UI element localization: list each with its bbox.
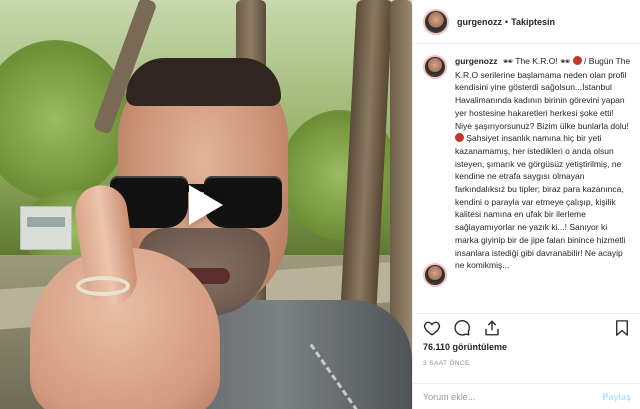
play-icon — [189, 185, 223, 225]
caption-part: Şahsiyet insanlık namına hiç bir yeti ka… — [455, 133, 626, 271]
header-separator: • — [505, 16, 509, 27]
bookmark-icon — [616, 320, 628, 336]
comments-section[interactable]: gurgenozz 🕶 The K.R.O! 🕶 / Bugün The K.R… — [413, 45, 640, 313]
caption-text: gurgenozz 🕶 The K.R.O! 🕶 / Bugün The K.R… — [455, 55, 631, 272]
devil-emoji-icon — [455, 133, 464, 143]
devil-emoji-icon — [572, 56, 582, 65]
post-actions: 76.110 görüntüleme 3 SAAT ÖNCE Paylaş — [413, 313, 640, 409]
sunglasses-emoji: 🕶 — [560, 57, 571, 66]
save-button[interactable] — [613, 319, 631, 337]
heart-icon — [423, 321, 441, 336]
share-button[interactable] — [483, 319, 501, 337]
comment-input[interactable] — [423, 392, 603, 402]
avatar[interactable] — [423, 55, 447, 79]
play-button[interactable] — [181, 182, 227, 228]
post-side-panel: gurgenozz • Takiptesin gurgenozz 🕶 The K… — [412, 0, 640, 409]
avatar[interactable] — [423, 8, 449, 35]
caption: gurgenozz 🕶 The K.R.O! 🕶 / Bugün The K.R… — [423, 55, 631, 272]
comment-button[interactable] — [453, 319, 471, 337]
post-comment-button[interactable]: Paylaş — [602, 392, 631, 402]
caption-part: The K.R.O! — [515, 56, 558, 66]
post-header: gurgenozz • Takiptesin — [413, 0, 640, 44]
person-hair — [126, 58, 281, 106]
post-timestamp: 3 SAAT ÖNCE — [423, 360, 470, 367]
sunglasses-emoji: 🕶 — [502, 57, 514, 66]
like-button[interactable] — [423, 319, 441, 337]
action-icons — [423, 314, 631, 342]
caption-part: / Bugün The K.R.O serilerine başlamama n… — [455, 56, 631, 131]
avatar[interactable] — [423, 263, 447, 287]
video-player[interactable] — [0, 0, 412, 409]
follow-status[interactable]: Takiptesin — [511, 17, 555, 27]
header-username[interactable]: gurgenozz — [457, 17, 502, 27]
person-ring — [76, 276, 130, 296]
comment-icon — [454, 320, 470, 336]
background-building — [20, 206, 72, 250]
caption-username[interactable]: gurgenozz — [455, 56, 498, 66]
comment-box: Paylaş — [413, 383, 640, 409]
view-count[interactable]: 76.110 görüntüleme — [423, 342, 631, 352]
share-icon — [485, 320, 499, 336]
